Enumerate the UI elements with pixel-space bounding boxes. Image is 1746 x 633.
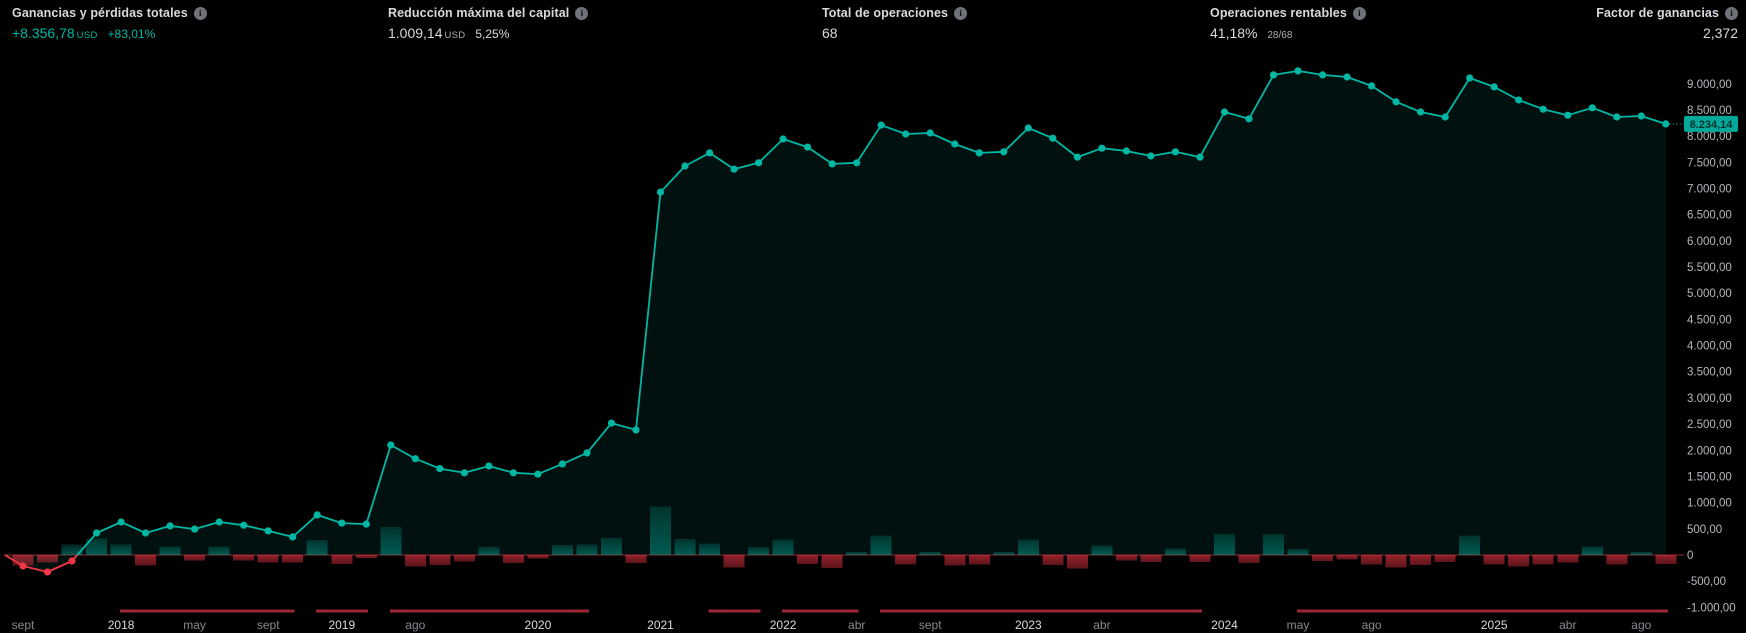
svg-text:may: may xyxy=(183,618,206,632)
info-icon[interactable] xyxy=(1725,7,1738,20)
stat-label: Operaciones rentables xyxy=(1210,6,1347,20)
stat-label: Ganancias y pérdidas totales xyxy=(12,6,188,20)
svg-text:ago: ago xyxy=(405,618,425,632)
svg-text:ago: ago xyxy=(1631,618,1651,632)
svg-text:abr: abr xyxy=(1093,618,1110,632)
svg-text:2023: 2023 xyxy=(1015,618,1042,632)
stat-unit: USD xyxy=(77,30,98,41)
svg-text:sept: sept xyxy=(919,618,942,632)
stat-value: 1.009,14 xyxy=(388,25,443,41)
svg-text:2020: 2020 xyxy=(525,618,552,632)
stat-label: Total de operaciones xyxy=(822,6,948,20)
svg-text:2.500,00: 2.500,00 xyxy=(1687,419,1732,431)
strategy-performance-panel: 9.000,00 8.500,00 8.000,00 7.500,00 7.000,00… xyxy=(0,0,1746,633)
time-axis[interactable]: sept 2018 may sept 2019 ago 2020 2021 2022 abr sep… xyxy=(12,618,1652,632)
equity-curve-chart[interactable]: 9.000,00 8.500,00 8.000,00 7.500,00 7.000,00… xyxy=(0,0,1746,633)
svg-text:9.000,00: 9.000,00 xyxy=(1687,79,1732,91)
svg-text:500,00: 500,00 xyxy=(1687,524,1722,536)
svg-text:sept: sept xyxy=(257,618,280,632)
stat-profit-factor: Factor de ganancias 2,372 xyxy=(1596,5,1738,41)
stat-value: 41,18% xyxy=(1210,25,1257,41)
stats-header: Ganancias y pérdidas totales +8.356,78US… xyxy=(0,0,1746,46)
stat-value: 2,372 xyxy=(1703,25,1738,41)
stat-value: 68 xyxy=(822,25,838,41)
stat-extra: 28/68 xyxy=(1267,30,1292,41)
svg-text:3.500,00: 3.500,00 xyxy=(1687,367,1732,379)
svg-text:1.500,00: 1.500,00 xyxy=(1687,472,1732,484)
svg-text:8.234,14: 8.234,14 xyxy=(1690,119,1734,131)
stat-extra: +83,01% xyxy=(108,27,156,41)
svg-text:abr: abr xyxy=(848,618,865,632)
drawdown-segments xyxy=(120,610,1668,613)
svg-text:5.500,00: 5.500,00 xyxy=(1687,262,1732,274)
svg-text:2024: 2024 xyxy=(1211,618,1238,632)
svg-text:1.000,00: 1.000,00 xyxy=(1687,498,1732,510)
svg-text:7.000,00: 7.000,00 xyxy=(1687,184,1732,196)
svg-text:ago: ago xyxy=(1362,618,1382,632)
price-axis[interactable]: 9.000,00 8.500,00 8.000,00 7.500,00 7.000,00… xyxy=(1687,79,1736,615)
info-icon[interactable] xyxy=(954,7,967,20)
svg-text:2025: 2025 xyxy=(1481,618,1508,632)
svg-text:may: may xyxy=(1287,618,1310,632)
svg-text:6.000,00: 6.000,00 xyxy=(1687,236,1732,248)
svg-text:0: 0 xyxy=(1687,550,1693,562)
svg-text:7.500,00: 7.500,00 xyxy=(1687,157,1732,169)
equity-area-fill xyxy=(5,71,1666,572)
svg-text:4.500,00: 4.500,00 xyxy=(1687,314,1732,326)
svg-text:2.000,00: 2.000,00 xyxy=(1687,445,1732,457)
svg-text:-500,00: -500,00 xyxy=(1687,576,1726,588)
info-icon[interactable] xyxy=(1353,7,1366,20)
stat-value: +8.356,78 xyxy=(12,25,75,41)
last-value-badge: 8.234,14 xyxy=(1666,116,1738,132)
stat-label: Factor de ganancias xyxy=(1596,6,1719,20)
info-icon[interactable] xyxy=(575,7,588,20)
stat-label: Reducción máxima del capital xyxy=(388,6,569,20)
svg-text:2019: 2019 xyxy=(328,618,355,632)
stat-extra: 5,25% xyxy=(475,27,509,41)
svg-text:5.000,00: 5.000,00 xyxy=(1687,288,1732,300)
svg-text:4.000,00: 4.000,00 xyxy=(1687,341,1732,353)
info-icon[interactable] xyxy=(194,7,207,20)
svg-text:2022: 2022 xyxy=(770,618,797,632)
svg-text:8.500,00: 8.500,00 xyxy=(1687,105,1732,117)
svg-text:6.500,00: 6.500,00 xyxy=(1687,210,1732,222)
svg-text:-1.000,00: -1.000,00 xyxy=(1687,602,1736,614)
stat-percent-profitable: Operaciones rentables 41,18% 28/68 xyxy=(1210,5,1366,41)
svg-text:2018: 2018 xyxy=(108,618,135,632)
svg-text:8.000,00: 8.000,00 xyxy=(1687,131,1732,143)
stat-total-trades: Total de operaciones 68 xyxy=(822,5,967,41)
svg-text:3.000,00: 3.000,00 xyxy=(1687,393,1732,405)
stat-max-drawdown: Reducción máxima del capital 1.009,14USD… xyxy=(388,5,588,41)
svg-text:2021: 2021 xyxy=(647,618,674,632)
stat-net-profit: Ganancias y pérdidas totales +8.356,78US… xyxy=(12,5,207,41)
svg-text:sept: sept xyxy=(12,618,35,632)
stat-unit: USD xyxy=(445,30,466,41)
svg-text:abr: abr xyxy=(1559,618,1576,632)
